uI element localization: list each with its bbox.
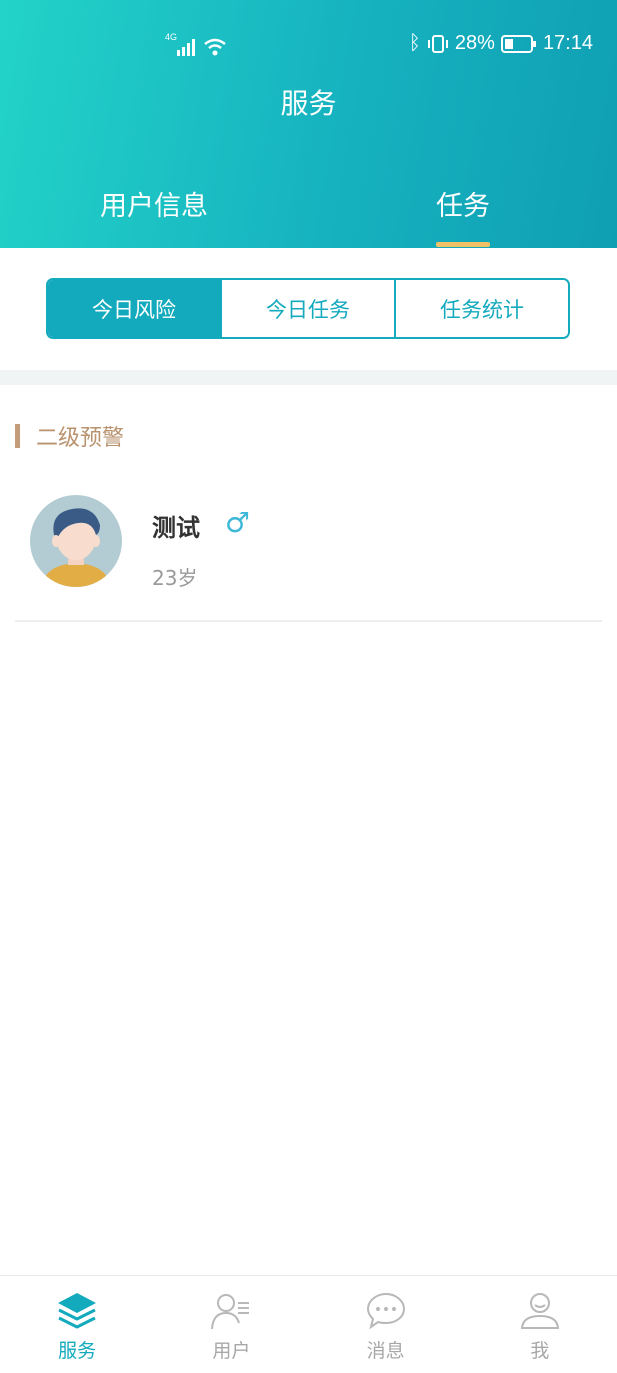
- section-header: 二级预警: [15, 420, 124, 452]
- status-bar: 4G ᛒ 28% 17:14: [0, 28, 617, 64]
- network-type: 4G: [165, 32, 178, 42]
- section-title: 二级预警: [36, 426, 125, 451]
- segment-task-stats[interactable]: 任务统计: [394, 280, 568, 337]
- male-icon: ♂: [225, 506, 251, 539]
- vibrate-icon: [427, 34, 448, 53]
- nav-label: 消息: [366, 1340, 405, 1362]
- user-age: 23岁: [152, 566, 198, 590]
- nav-label: 我: [530, 1340, 550, 1362]
- nav-service[interactable]: 服务: [0, 1276, 154, 1373]
- bottom-navigation: 服务 用户 消息 我: [0, 1275, 617, 1373]
- nav-label: 服务: [58, 1340, 97, 1362]
- section-marker: [15, 424, 20, 448]
- avatar: [30, 495, 122, 587]
- battery-icon: [500, 34, 536, 53]
- status-right: ᛒ 28% 17:14: [409, 32, 593, 55]
- page-title: 服务: [280, 87, 337, 120]
- clock: 17:14: [542, 32, 593, 54]
- user-list-icon: [211, 1294, 250, 1330]
- person-icon: [520, 1293, 559, 1329]
- chat-bubble-icon: [366, 1292, 405, 1330]
- tab-user-info[interactable]: 用户信息: [70, 184, 238, 223]
- segment-today-tasks[interactable]: 今日任务: [220, 280, 394, 337]
- nav-me[interactable]: 我: [463, 1276, 617, 1373]
- user-name: 测试: [152, 514, 200, 542]
- nav-messages[interactable]: 消息: [309, 1276, 463, 1373]
- wifi-icon: [204, 38, 226, 56]
- app-header: 4G ᛒ 28% 17:14 服务 用户信息 任务: [0, 0, 617, 248]
- user-list-item[interactable]: 测试 ♂ 23岁: [15, 480, 602, 622]
- segment-today-risk[interactable]: 今日风险: [48, 280, 220, 337]
- section-divider: [0, 370, 617, 385]
- segmented-control: 今日风险 今日任务 任务统计: [46, 278, 570, 339]
- layers-icon: [58, 1293, 97, 1329]
- bluetooth-icon: ᛒ: [408, 32, 421, 54]
- battery-percent: 28%: [454, 32, 495, 54]
- nav-label: 用户: [212, 1340, 251, 1362]
- signal-icon: [177, 39, 196, 56]
- nav-users[interactable]: 用户: [154, 1276, 308, 1373]
- active-tab-indicator: [436, 242, 490, 247]
- network-indicator: 4G: [165, 32, 227, 56]
- tab-tasks[interactable]: 任务: [400, 184, 526, 223]
